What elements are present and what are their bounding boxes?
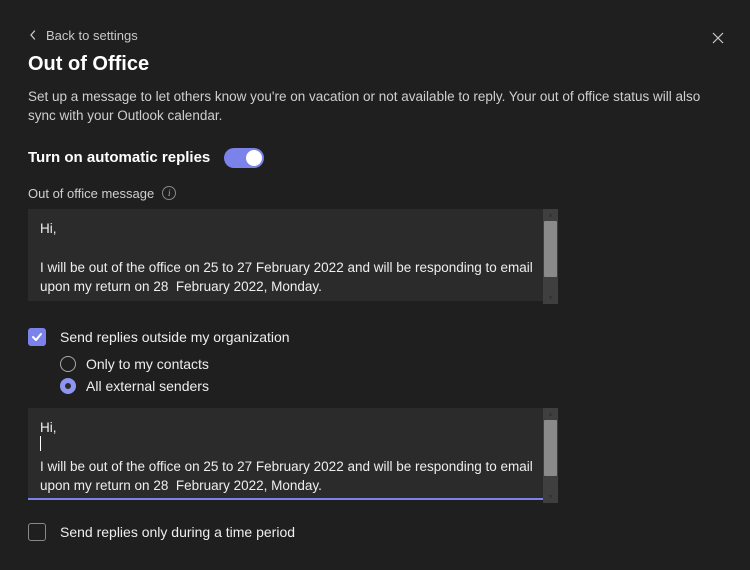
toggle-knob — [246, 150, 262, 166]
chevron-left-icon — [28, 28, 38, 43]
auto-replies-label: Turn on automatic replies — [28, 149, 210, 166]
send-outside-checkbox[interactable] — [28, 328, 46, 346]
radio-icon — [60, 378, 76, 394]
ooo-message-label: Out of office message — [28, 186, 154, 201]
ooo-message-textarea[interactable] — [28, 209, 558, 301]
info-icon[interactable]: i — [162, 186, 176, 200]
scroll-down-icon[interactable]: ▾ — [543, 292, 558, 304]
scrollbar[interactable]: ▴ ▾ — [543, 408, 558, 503]
page-description: Set up a message to let others know you'… — [28, 88, 718, 126]
scroll-down-icon[interactable]: ▾ — [543, 491, 558, 503]
radio-label: All external senders — [86, 378, 209, 394]
time-period-checkbox[interactable] — [28, 523, 46, 541]
scroll-up-icon[interactable]: ▴ — [543, 408, 558, 420]
external-message-textarea[interactable] — [28, 408, 558, 500]
radio-only-contacts[interactable]: Only to my contacts — [60, 356, 722, 372]
auto-replies-toggle[interactable] — [224, 148, 264, 168]
back-to-settings-link[interactable]: Back to settings — [28, 28, 138, 43]
radio-icon — [60, 356, 76, 372]
send-outside-label: Send replies outside my organization — [60, 329, 290, 345]
close-button[interactable] — [708, 28, 728, 48]
time-period-label: Send replies only during a time period — [60, 524, 295, 540]
radio-label: Only to my contacts — [86, 356, 209, 372]
scroll-thumb[interactable] — [544, 221, 557, 277]
back-label: Back to settings — [46, 28, 138, 43]
scroll-up-icon[interactable]: ▴ — [543, 209, 558, 221]
scroll-thumb[interactable] — [544, 420, 557, 476]
text-cursor — [40, 436, 41, 451]
scrollbar[interactable]: ▴ ▾ — [543, 209, 558, 304]
radio-all-external[interactable]: All external senders — [60, 378, 722, 394]
page-title: Out of Office — [28, 53, 722, 76]
